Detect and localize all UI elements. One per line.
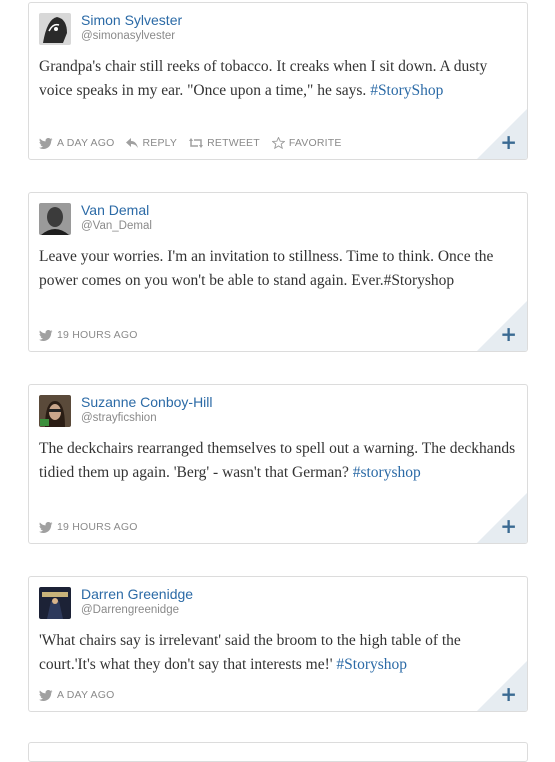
expand-button[interactable]: + xyxy=(477,109,527,159)
tweet-text: Leave your worries. I'm an invitation to… xyxy=(39,245,519,293)
reply-label: REPLY xyxy=(142,137,178,149)
author-name[interactable]: Suzanne Conboy-Hill xyxy=(81,394,213,410)
tweet-card: Simon Sylvester @simonasylvester Grandpa… xyxy=(28,2,528,160)
time-label: 19 HOURS AGO xyxy=(57,329,138,341)
retweet-label: RETWEET xyxy=(207,137,260,149)
tweet-text-part: Leave your worries. I'm an invitation to… xyxy=(39,248,494,289)
tweet-card: Suzanne Conboy-Hill @strayficshion The d… xyxy=(28,384,528,544)
author-handle[interactable]: @strayficshion xyxy=(81,412,157,424)
plus-icon: + xyxy=(500,514,517,538)
tweet-meta: 19 HOURS AGO xyxy=(39,329,150,341)
star-icon xyxy=(271,137,285,149)
avatar[interactable] xyxy=(39,395,71,427)
timestamp[interactable]: A DAY AGO xyxy=(39,137,114,149)
tweet-text: 'What chairs say is irrelevant' said the… xyxy=(39,629,519,677)
plus-icon: + xyxy=(500,322,517,346)
time-label: A DAY AGO xyxy=(57,137,115,149)
expand-button[interactable]: + xyxy=(477,661,527,711)
favorite-label: FAVORITE xyxy=(288,137,342,149)
tweet-meta: 19 HOURS AGO xyxy=(39,521,150,533)
expand-button[interactable]: + xyxy=(477,301,527,351)
timestamp[interactable]: 19 HOURS AGO xyxy=(39,329,138,341)
bird-icon xyxy=(39,689,53,701)
hashtag-link[interactable]: #Storyshop xyxy=(336,656,407,673)
reply-icon xyxy=(126,138,139,148)
timestamp[interactable]: A DAY AGO xyxy=(39,689,114,701)
tweet-card: Van Demal @Van_Demal Leave your worries.… xyxy=(28,192,528,352)
retweet-icon xyxy=(189,138,204,148)
tweet-text: Grandpa's chair still reeks of tobacco. … xyxy=(39,55,519,103)
avatar[interactable] xyxy=(39,203,71,235)
retweet-button[interactable]: RETWEET xyxy=(189,137,260,149)
plus-icon: + xyxy=(500,130,517,154)
author-name[interactable]: Simon Sylvester xyxy=(81,12,182,28)
bird-icon xyxy=(39,521,53,533)
author-handle[interactable]: @Darrengreenidge xyxy=(81,604,179,616)
bird-icon xyxy=(39,329,53,341)
tweet-meta: A DAY AGO REPLY RETWEET FAVORITE xyxy=(39,137,354,149)
favorite-button[interactable]: FAVORITE xyxy=(271,137,342,149)
author-handle[interactable]: @simonasylvester xyxy=(81,30,175,42)
author-name[interactable]: Van Demal xyxy=(81,202,149,218)
tweet-card-partial xyxy=(28,742,528,762)
avatar[interactable] xyxy=(39,13,71,45)
avatar[interactable] xyxy=(39,587,71,619)
timestamp[interactable]: 19 HOURS AGO xyxy=(39,521,138,533)
author-name[interactable]: Darren Greenidge xyxy=(81,586,193,602)
author-handle[interactable]: @Van_Demal xyxy=(81,220,152,232)
hashtag-link[interactable]: #storyshop xyxy=(353,464,421,481)
tweet-meta: A DAY AGO xyxy=(39,689,126,701)
bird-icon xyxy=(39,137,53,149)
tweet-text-part: The deckchairs rearranged themselves to … xyxy=(39,440,516,481)
plus-icon: + xyxy=(500,682,517,706)
hashtag-link[interactable]: #StoryShop xyxy=(370,82,443,99)
tweet-card: Darren Greenidge @Darrengreenidge 'What … xyxy=(28,576,528,712)
tweet-text: The deckchairs rearranged themselves to … xyxy=(39,437,519,485)
reply-button[interactable]: REPLY xyxy=(126,137,177,149)
expand-button[interactable]: + xyxy=(477,493,527,543)
time-label: A DAY AGO xyxy=(57,689,115,701)
time-label: 19 HOURS AGO xyxy=(57,521,138,533)
